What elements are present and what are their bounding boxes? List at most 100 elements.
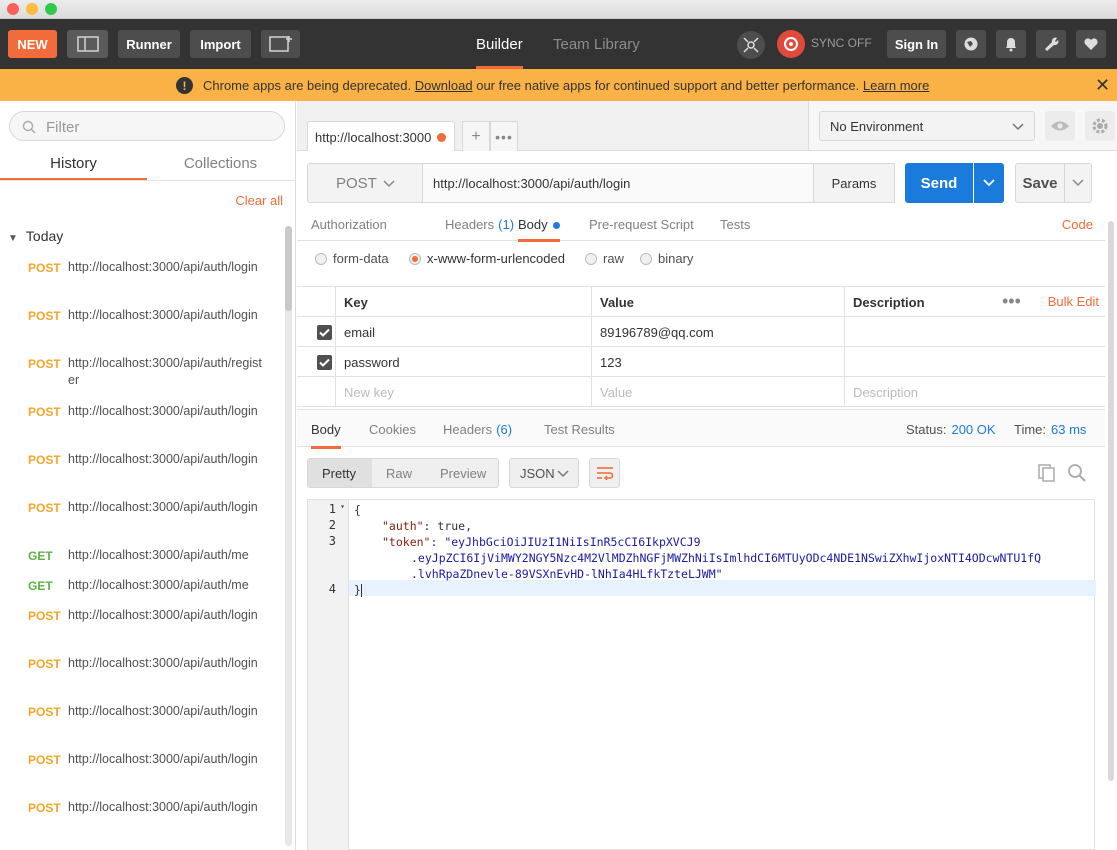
tab-builder[interactable]: Builder xyxy=(476,19,523,69)
manage-environments-button[interactable] xyxy=(1085,111,1115,141)
view-raw-button[interactable]: Raw xyxy=(386,466,412,481)
send-options-button[interactable] xyxy=(974,163,1004,203)
history-item[interactable]: POST http://localhost:3000/api/auth/login xyxy=(0,745,285,793)
send-button[interactable]: Send xyxy=(905,163,973,203)
radio-binary[interactable]: binary xyxy=(640,251,693,266)
zoom-window-button[interactable] xyxy=(45,3,57,15)
history-url: http://localhost:3000/api/auth/register xyxy=(68,356,262,387)
method-select[interactable]: POST xyxy=(307,163,423,203)
new-window-button[interactable] xyxy=(261,30,300,58)
toggle-sidebar-button[interactable] xyxy=(67,30,108,58)
tab-authorization[interactable]: Authorization xyxy=(311,209,387,241)
row-value[interactable]: 89196789@qq.com xyxy=(591,317,844,347)
history-group-header[interactable]: ▼ Today xyxy=(8,228,63,244)
environment-select[interactable]: No Environment xyxy=(819,111,1035,141)
code-line-3-wrap-1: .eyJpZCI6IjViMWY2NGY5Nzc4M2VlMDZhNGFjMWZ… xyxy=(411,551,1042,565)
row-key[interactable]: email xyxy=(335,317,591,347)
tab-headers[interactable]: Headers (1) xyxy=(445,209,514,241)
history-item[interactable]: POST http://localhost:3000/api/auth/login xyxy=(0,493,285,541)
tab-pre-request-script[interactable]: Pre-request Script xyxy=(589,209,694,241)
import-button[interactable]: Import xyxy=(190,30,251,58)
more-icon[interactable]: ••• xyxy=(1002,291,1021,312)
radio-urlencoded[interactable]: x-www-form-urlencoded xyxy=(409,251,565,266)
history-item[interactable]: POST http://localhost:3000/api/auth/login xyxy=(0,445,285,493)
history-method: POST xyxy=(28,801,61,815)
tab-response-body[interactable]: Body xyxy=(311,410,341,449)
row-checkbox[interactable] xyxy=(317,325,332,340)
fold-caret-icon[interactable]: ▾ xyxy=(340,502,345,511)
tab-team-library[interactable]: Team Library xyxy=(553,19,640,69)
body-dot-icon xyxy=(552,222,560,229)
search-response-button[interactable] xyxy=(1067,463,1087,486)
filter-input[interactable]: Filter xyxy=(9,111,285,141)
main-scrollbar[interactable] xyxy=(1108,221,1114,781)
tab-tests[interactable]: Tests xyxy=(720,209,750,241)
sidebar-scrollbar[interactable] xyxy=(285,226,292,846)
history-item[interactable]: POST http://localhost:3000/api/auth/login xyxy=(0,253,285,301)
tab-collections[interactable]: Collections xyxy=(147,145,294,181)
notifications-button[interactable] xyxy=(996,30,1026,58)
response-toolbar: Pretty Raw Preview JSON xyxy=(307,458,1097,490)
bulk-edit-link[interactable]: Bulk Edit xyxy=(1048,294,1099,309)
main-scrollbar-thumb[interactable] xyxy=(1108,221,1114,781)
close-window-button[interactable] xyxy=(7,3,19,15)
view-pretty-button[interactable]: Pretty xyxy=(322,466,356,481)
history-item[interactable]: POST http://localhost:3000/api/auth/regis… xyxy=(0,349,285,397)
sidebar-scrollbar-thumb[interactable] xyxy=(285,226,292,311)
add-tab-button[interactable]: + xyxy=(462,121,490,151)
current-line-highlight xyxy=(308,580,1096,596)
row-value[interactable]: 123 xyxy=(591,347,844,377)
new-key-input[interactable]: New key xyxy=(335,377,591,407)
learn-more-link[interactable]: Learn more xyxy=(863,78,929,93)
wrap-lines-button[interactable] xyxy=(589,458,620,488)
settings-button[interactable] xyxy=(1036,30,1066,58)
row-checkbox[interactable] xyxy=(317,355,332,370)
minimize-window-button[interactable] xyxy=(26,3,38,15)
tab-test-results[interactable]: Test Results xyxy=(544,410,615,448)
history-item[interactable]: POST http://localhost:3000/api/auth/login xyxy=(0,649,285,697)
history-item[interactable]: POST http://localhost:3000/api/auth/login xyxy=(0,601,285,649)
history-item[interactable]: GET http://localhost:3000/api/auth/me xyxy=(0,541,285,571)
radio-icon xyxy=(640,252,652,265)
quick-look-button[interactable] xyxy=(1045,111,1075,141)
row-key[interactable]: password xyxy=(335,347,591,377)
tab-body[interactable]: Body xyxy=(518,209,560,242)
request-tab[interactable]: http://localhost:3000 xyxy=(307,121,455,151)
sign-in-button[interactable]: Sign In xyxy=(887,30,946,58)
download-link[interactable]: Download xyxy=(415,78,473,93)
tab-response-headers[interactable]: Headers (6) xyxy=(443,410,512,448)
copy-button[interactable] xyxy=(1037,463,1057,486)
code-link[interactable]: Code xyxy=(1062,217,1093,232)
save-button[interactable]: Save xyxy=(1015,163,1065,203)
row-description[interactable] xyxy=(844,317,1105,347)
sync-status-icon[interactable] xyxy=(777,30,805,58)
url-input[interactable]: http://localhost:3000/api/auth/login xyxy=(422,163,814,203)
row-description[interactable] xyxy=(844,347,1105,377)
response-editor[interactable]: 1 ▾ 2 3 4 { "auth": true, "token": "eyJh… xyxy=(307,499,1096,850)
close-banner-icon[interactable]: ✕ xyxy=(1095,75,1110,96)
new-button[interactable]: NEW xyxy=(8,30,57,58)
request-tabstrip: http://localhost:3000 + ••• xyxy=(297,101,808,151)
tab-history[interactable]: History xyxy=(0,145,147,181)
radio-form-data[interactable]: form-data xyxy=(315,251,389,266)
history-item[interactable]: GET http://localhost:3000/api/auth/me xyxy=(0,571,285,601)
sidebar-divider xyxy=(0,180,295,181)
new-value-input[interactable]: Value xyxy=(591,377,844,407)
format-select[interactable]: JSON xyxy=(509,458,579,488)
history-item[interactable]: POST http://localhost:3000/api/auth/login xyxy=(0,397,285,445)
runner-button[interactable]: Runner xyxy=(118,30,180,58)
save-options-button[interactable] xyxy=(1064,163,1092,203)
clear-all-link[interactable]: Clear all xyxy=(235,193,283,208)
radio-raw[interactable]: raw xyxy=(585,251,624,266)
tab-options-button[interactable]: ••• xyxy=(490,121,518,151)
tab-cookies[interactable]: Cookies xyxy=(369,410,416,448)
history-item[interactable]: POST http://localhost:3000/api/auth/login xyxy=(0,697,285,745)
params-button[interactable]: Params xyxy=(813,163,895,203)
history-item[interactable]: POST http://localhost:3000/api/auth/login xyxy=(0,301,285,349)
interceptor-button[interactable] xyxy=(737,31,765,59)
globe-button[interactable] xyxy=(956,30,986,58)
favorites-button[interactable] xyxy=(1076,30,1106,58)
view-preview-button[interactable]: Preview xyxy=(440,466,486,481)
history-item[interactable]: POST http://localhost:3000/api/auth/login xyxy=(0,793,285,841)
new-description-input[interactable]: Description xyxy=(844,377,1105,407)
